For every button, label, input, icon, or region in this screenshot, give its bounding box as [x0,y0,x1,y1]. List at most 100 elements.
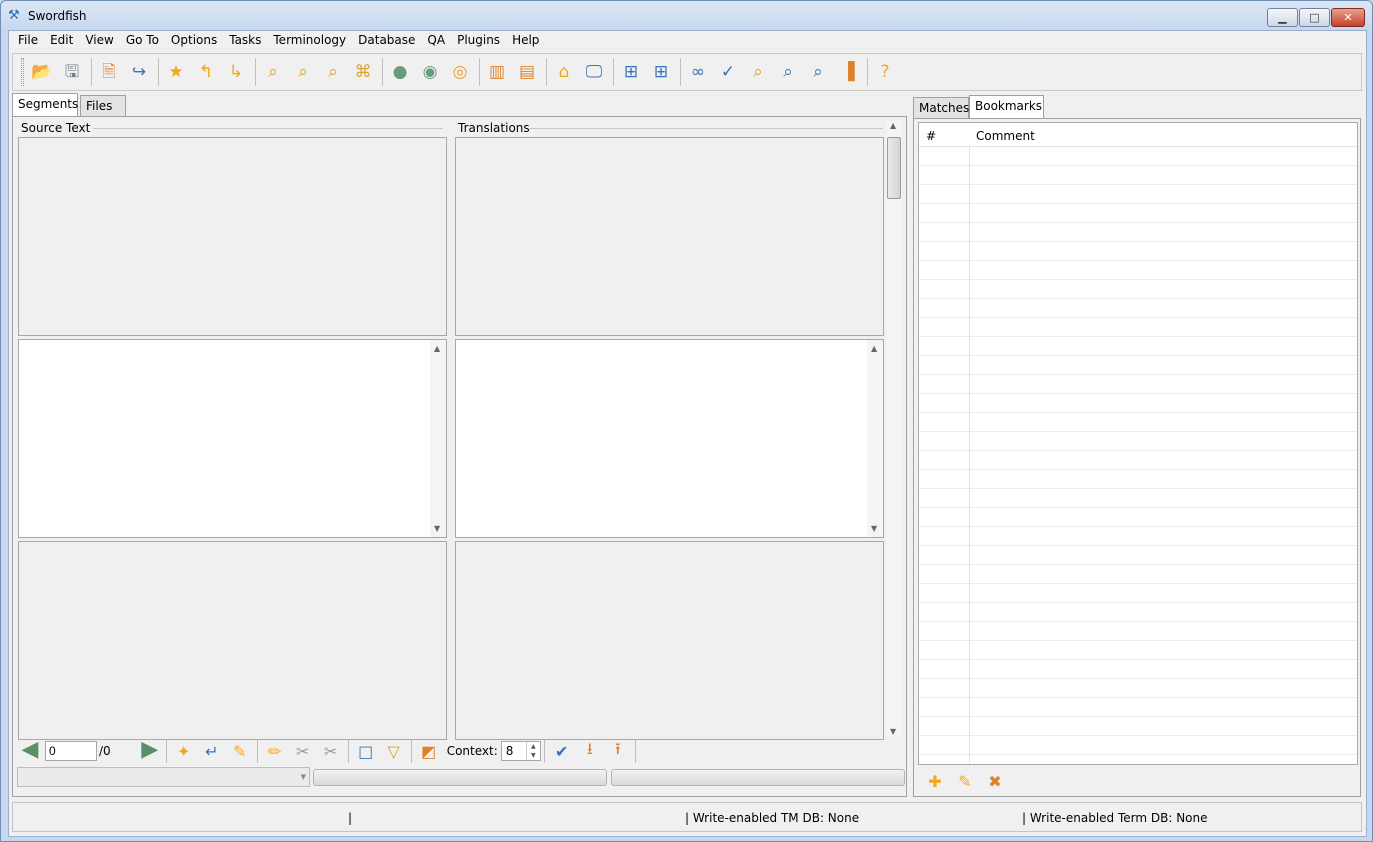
tab-matches[interactable]: Matches [913,97,969,118]
search-icon[interactable]: ⌕ [260,59,286,85]
lock-segment-icon[interactable]: ✂ [289,739,317,763]
target-segment-editor[interactable]: ▲ ▼ [455,339,884,538]
export-tm-icon[interactable]: ▤ [514,59,540,85]
save-file-icon[interactable]: 🖫 [59,59,85,85]
status-term-db: | Write-enabled Term DB: None [1022,811,1208,825]
help-icon[interactable]: ? [872,59,898,85]
menu-terminology[interactable]: Terminology [267,31,352,49]
source-editor-scrollbar[interactable]: ▲ ▼ [430,340,446,537]
split-segment-icon[interactable]: ✂ [317,739,345,763]
tm-lookup-icon[interactable]: ● [387,59,413,85]
spellcheck-icon[interactable]: ∞ [685,59,711,85]
concordance-icon[interactable]: ◎ [447,59,473,85]
next-segment-icon[interactable]: ↳ [223,59,249,85]
close-button[interactable]: ✕ [1331,8,1365,27]
edit-bookmark-icon[interactable]: ✎ [950,769,980,793]
menu-edit[interactable]: Edit [44,31,79,49]
maximize-icon: □ [1309,11,1320,24]
menu-help[interactable]: Help [506,31,545,49]
menu-qa[interactable]: QA [421,31,451,49]
toolbar-separator [546,58,547,86]
check-tags-icon[interactable]: ✓ [715,59,741,85]
toolbar-separator [680,58,681,86]
download-icon[interactable]: ⭳ [576,739,604,763]
status-combo[interactable]: ▼ [17,767,310,787]
bookmark-toolbar: ✚ ✎ ✖ [920,769,1010,795]
add-term-db-icon[interactable]: ⊞ [648,59,674,85]
menu-tasks[interactable]: Tasks [223,31,267,49]
chevron-down-icon[interactable]: ▼ [301,773,306,781]
menu-options[interactable]: Options [165,31,223,49]
swordfish-logo-icon: ⚒ [8,8,20,23]
check-terms-icon[interactable]: ⌕ [745,59,771,85]
replace-icon[interactable]: ⌕ [320,59,346,85]
segment-number-input[interactable] [45,741,97,761]
bookmarks-table: # Comment [918,122,1358,765]
filter-icon[interactable]: ▽ [380,739,408,763]
segment-status-row: ▼ [17,767,905,787]
pretranslate-icon[interactable]: ⌂ [551,59,577,85]
tm-search-icon[interactable]: ◉ [417,59,443,85]
source-next-context [18,541,447,740]
check-spaces-icon[interactable]: ⌕ [805,59,831,85]
copy-source-icon[interactable]: ✎ [226,739,254,763]
column-header-number[interactable]: # [926,129,936,143]
open-file-icon[interactable]: 📂 [29,59,55,85]
confirm-translate-icon[interactable]: ✦ [170,739,198,763]
source-segment-editor[interactable]: ▲ ▼ [18,339,447,538]
menu-view[interactable]: View [79,31,119,49]
scroll-up-icon[interactable]: ▲ [890,121,896,130]
check-numbers-icon[interactable]: ⌕ [775,59,801,85]
accept-match-icon[interactable]: ↵ [198,739,226,763]
scroll-up-icon[interactable]: ▲ [871,344,877,353]
toolbar-separator [479,58,480,86]
mark-approved-icon[interactable]: ✏ [261,739,289,763]
next-page-icon[interactable]: ▶ [137,739,163,763]
tab-files[interactable]: Files [80,95,126,116]
segments-scrollbar[interactable]: ▲ ▼ [886,121,902,736]
scroll-down-icon[interactable]: ▼ [890,727,896,736]
filter-search-icon[interactable]: ⌘ [350,59,376,85]
layout-toggle-icon[interactable]: □ [352,739,380,763]
tab-segments[interactable]: Segments [12,93,78,116]
approve-all-icon[interactable]: ✔ [548,739,576,763]
scroll-down-icon[interactable]: ▼ [434,524,440,533]
toolbar-separator [382,58,383,86]
source-previous-context [18,137,447,336]
context-spinner[interactable]: 8 ▲ ▼ [500,741,541,761]
scroll-thumb[interactable] [887,137,901,199]
add-term-icon[interactable]: ⊞ [618,59,644,85]
tab-bookmarks[interactable]: Bookmarks [969,95,1044,118]
statistics-icon[interactable]: ▐ [835,59,861,85]
previous-segment-icon[interactable]: ↰ [193,59,219,85]
image-view-icon[interactable]: ◩ [415,739,443,763]
scroll-down-icon[interactable]: ▼ [871,524,877,533]
remove-bookmark-icon[interactable]: ✖ [980,769,1010,793]
add-bookmark-icon[interactable]: ✚ [920,769,950,793]
separator [165,739,167,763]
search-next-icon[interactable]: ⌕ [290,59,316,85]
scroll-up-icon[interactable]: ▲ [434,344,440,353]
previous-page-icon[interactable]: ◀ [17,739,43,763]
upload-icon[interactable]: ⭱ [604,739,632,763]
menu-go-to[interactable]: Go To [120,31,165,49]
menu-file[interactable]: File [12,31,44,49]
create-xliff-icon[interactable]: 🗎 [96,59,122,85]
main-toolbar: 📂 🖫 🗎 ↪ ★ ↰ ↳ ⌕ ⌕ ⌕ ⌘ ● ◉ ◎ ▥ ▤ ⌂ 🖵 ⊞ ⊞ … [12,53,1362,91]
column-header-comment[interactable]: Comment [976,129,1035,143]
context-value: 8 [505,744,514,758]
menu-plugins[interactable]: Plugins [451,31,506,49]
translations-header: Translations [458,121,530,135]
maximize-button[interactable]: □ [1299,8,1330,27]
spinner-arrows-icon[interactable]: ▲ ▼ [525,742,540,760]
menu-database[interactable]: Database [352,31,421,49]
close-icon: ✕ [1343,11,1353,24]
import-tm-icon[interactable]: ▥ [484,59,510,85]
convert-back-icon[interactable]: ↪ [126,59,152,85]
translate-all-icon[interactable]: ★ [163,59,189,85]
target-editor-scrollbar[interactable]: ▲ ▼ [867,340,883,537]
minimize-button[interactable]: ▁ [1267,8,1298,27]
window-title: Swordfish [28,9,87,23]
machine-translate-icon[interactable]: 🖵 [581,59,607,85]
toolbar-separator [158,58,159,86]
